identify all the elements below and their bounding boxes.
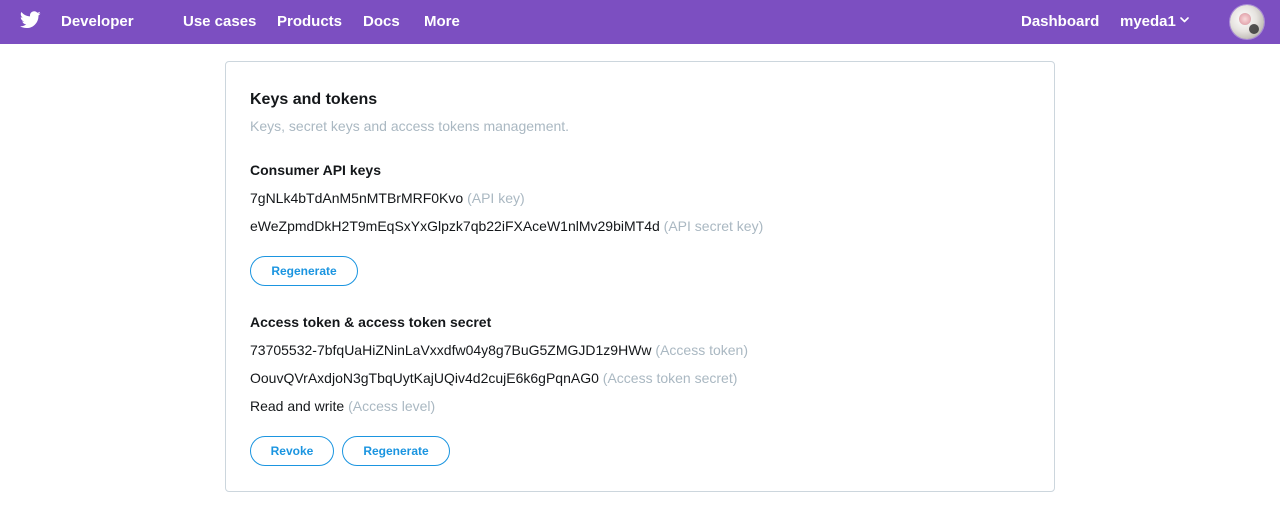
access-token-secret-label: (Access token secret) — [602, 370, 738, 386]
nav-docs[interactable]: Docs — [363, 13, 400, 30]
nav-more[interactable]: More — [424, 13, 460, 30]
avatar-detail — [1239, 13, 1251, 25]
api-secret-row: eWeZpmdDkH2T9mEqSxYxGlpzk7qb22iFXAceW1nl… — [250, 218, 763, 234]
chevron-down-icon[interactable] — [1180, 17, 1189, 23]
card-subtitle: Keys, secret keys and access tokens mana… — [250, 118, 570, 134]
access-token-secret-row: OouvQVrAxdjoN3gTbqUytKajUQiv4d2cujE6k6gP… — [250, 370, 737, 386]
api-key-value: 7gNLk4bTdAnM5nMTBrMRF0Kvo — [250, 190, 464, 206]
user-avatar[interactable] — [1230, 5, 1264, 39]
access-token-secret-value: OouvQVrAxdjoN3gTbqUytKajUQiv4d2cujE6k6gP… — [250, 370, 599, 386]
access-token-value: 73705532-7bfqUaHiZNinLaVxxdfw04y8g7BuG5Z… — [250, 342, 652, 358]
api-key-label: (API key) — [467, 190, 525, 206]
regenerate-access-token-button[interactable]: Regenerate — [342, 436, 450, 466]
brand-developer-link[interactable]: Developer — [61, 13, 134, 30]
api-secret-value: eWeZpmdDkH2T9mEqSxYxGlpzk7qb22iFXAceW1nl… — [250, 218, 660, 234]
access-token-heading: Access token & access token secret — [250, 314, 492, 330]
access-level-row: Read and write (Access level) — [250, 398, 435, 414]
keys-and-tokens-card: Keys and tokens Keys, secret keys and ac… — [225, 61, 1055, 492]
access-token-row: 73705532-7bfqUaHiZNinLaVxxdfw04y8g7BuG5Z… — [250, 342, 748, 358]
api-key-row: 7gNLk4bTdAnM5nMTBrMRF0Kvo (API key) — [250, 190, 525, 206]
nav-use-cases[interactable]: Use cases — [183, 13, 256, 30]
avatar-shadow — [1249, 24, 1259, 34]
nav-products[interactable]: Products — [277, 13, 342, 30]
twitter-bird-icon[interactable] — [20, 11, 41, 29]
revoke-access-token-button[interactable]: Revoke — [250, 436, 334, 466]
access-level-value: Read and write — [250, 398, 345, 414]
access-token-label: (Access token) — [655, 342, 749, 358]
account-menu-username[interactable]: myeda1 — [1120, 13, 1176, 30]
api-secret-label: (API secret key) — [663, 218, 764, 234]
top-navigation-bar: Developer Use cases Products Docs More D… — [0, 0, 1280, 44]
nav-dashboard[interactable]: Dashboard — [1021, 13, 1099, 30]
access-level-label: (Access level) — [348, 398, 436, 414]
card-title: Keys and tokens — [250, 91, 378, 108]
regenerate-consumer-keys-button[interactable]: Regenerate — [250, 256, 358, 286]
consumer-api-keys-heading: Consumer API keys — [250, 162, 381, 178]
